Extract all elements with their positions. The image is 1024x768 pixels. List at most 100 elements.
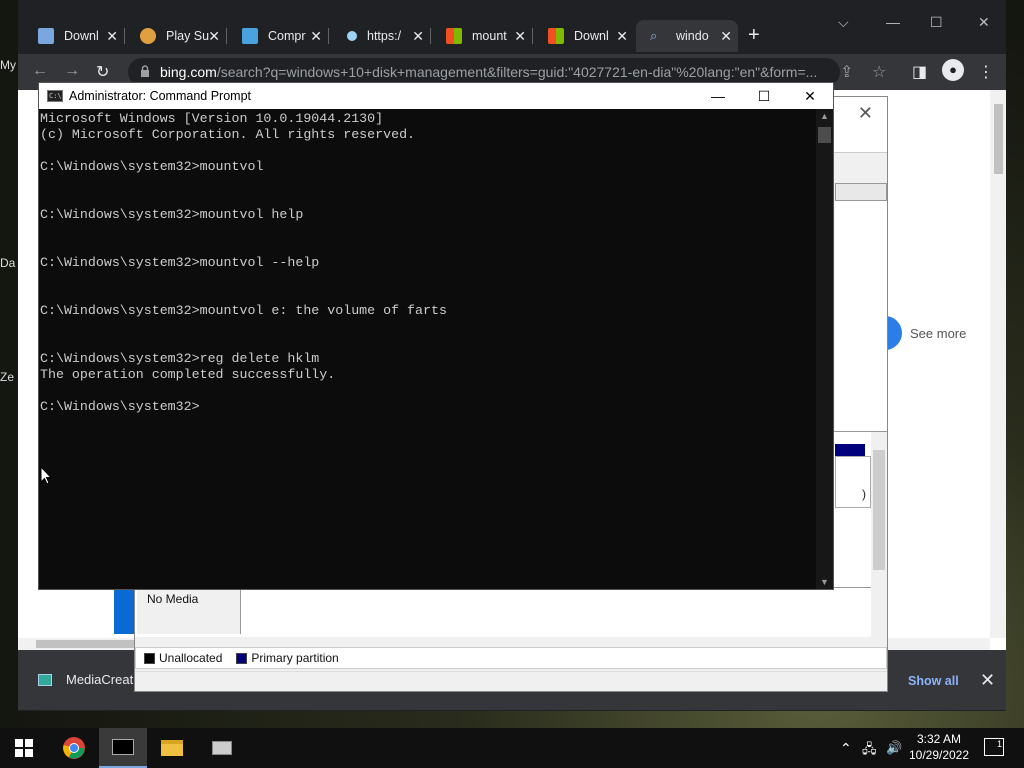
- scroll-up-icon[interactable]: ▲: [820, 111, 829, 121]
- maximize-icon[interactable]: ☐: [741, 85, 787, 107]
- status-bar: [135, 671, 887, 691]
- explorer-taskbar-button[interactable]: [148, 728, 196, 768]
- tab-downloads-2[interactable]: Downl ✕: [534, 20, 634, 52]
- start-button[interactable]: [0, 728, 48, 768]
- chrome-taskbar-button[interactable]: [50, 728, 98, 768]
- disk-pane-scrollbar[interactable]: [871, 432, 887, 638]
- tab-label: Downl: [574, 29, 609, 43]
- tab-search-chevron-icon[interactable]: ⌵: [838, 14, 849, 31]
- partition-block[interactable]: ): [835, 456, 871, 508]
- side-panel-icon[interactable]: ◨: [912, 62, 927, 82]
- cmd-title-bar[interactable]: C:\ Administrator: Command Prompt — ☐ ✕: [39, 83, 833, 109]
- mouse-cursor-icon: [40, 466, 52, 485]
- close-icon[interactable]: ✕: [720, 28, 732, 44]
- window-title: Administrator: Command Prompt: [69, 89, 252, 103]
- desktop-icon-label[interactable]: Ze: [0, 370, 18, 384]
- clock-time: 3:32 AM: [916, 732, 962, 746]
- console-line: (c) Microsoft Corporation. All rights re…: [40, 127, 416, 142]
- tab-label: Play Su: [166, 29, 210, 43]
- microsoft-icon: [446, 28, 462, 44]
- forward-arrow-icon[interactable]: →: [64, 62, 80, 80]
- close-window-icon[interactable]: ✕: [978, 14, 990, 31]
- profile-avatar-icon[interactable]: ●: [942, 59, 964, 81]
- menu-dots-icon[interactable]: ⋮: [978, 62, 994, 82]
- maximize-icon[interactable]: ☐: [930, 14, 943, 31]
- primary-partition-bar: [835, 444, 865, 456]
- console-output[interactable]: Microsoft Windows [Version 10.0.19044.21…: [39, 109, 817, 589]
- system-clock[interactable]: 3:32 AM 10/29/2022: [906, 731, 972, 763]
- tab-label: mount: [472, 29, 507, 43]
- console-line: Microsoft Windows [Version 10.0.19044.21…: [40, 111, 384, 126]
- desktop-icon-label[interactable]: Da: [0, 256, 18, 270]
- reload-icon[interactable]: ↻: [96, 62, 109, 82]
- console-line: C:\Windows\system32>mountvol help: [40, 207, 304, 222]
- new-tab-button[interactable]: +: [748, 24, 760, 47]
- url-path: /search?q=windows+10+disk+management&fil…: [216, 64, 818, 80]
- lock-icon: [141, 65, 149, 77]
- close-icon[interactable]: ✕: [208, 28, 220, 44]
- tab-label: https:/: [367, 29, 402, 43]
- bookmark-star-icon[interactable]: ☆: [872, 62, 886, 82]
- console-line: The operation completed successfully.: [40, 367, 336, 382]
- see-more-button[interactable]: ‹ See more: [868, 316, 967, 350]
- tab-label: Compr: [268, 29, 306, 43]
- see-more-label: See more: [910, 325, 967, 341]
- back-arrow-icon[interactable]: ←: [32, 62, 48, 80]
- tab-label: Downl: [64, 29, 99, 43]
- console-line: C:\Windows\system32>: [40, 399, 200, 414]
- share-icon[interactable]: ⇪: [840, 62, 853, 82]
- console-line: C:\Windows\system32>mountvol e: the volu…: [40, 303, 447, 318]
- download-item[interactable]: MediaCreati: [38, 672, 136, 687]
- tab-label: windo: [676, 29, 709, 43]
- close-icon[interactable]: ✕: [310, 28, 322, 44]
- disk-drive-icon: [212, 741, 232, 755]
- network-icon[interactable]: 🖧: [862, 740, 877, 762]
- tab-https[interactable]: https:/ ✕: [330, 20, 431, 52]
- volume-list-header[interactable]: [835, 183, 887, 201]
- no-media-label[interactable]: No Media: [137, 588, 241, 634]
- close-icon[interactable]: ✕: [616, 28, 628, 44]
- taskbar: ⌃ 🖧 🔊 3:32 AM 10/29/2022 1: [0, 728, 1024, 768]
- installer-icon: [38, 673, 52, 686]
- map-pin-icon: [242, 28, 258, 44]
- legend-swatch: [236, 652, 248, 664]
- command-prompt-window: C:\ Administrator: Command Prompt — ☐ ✕ …: [38, 82, 834, 590]
- disk-management-taskbar-button[interactable]: [198, 728, 246, 768]
- console-scrollbar[interactable]: ▲ ▼: [816, 109, 833, 589]
- close-downloads-bar-icon[interactable]: ✕: [980, 670, 995, 691]
- page-accent: [114, 588, 134, 634]
- console-line: C:\Windows\system32>mountvol --help: [40, 255, 320, 270]
- show-all-downloads-link[interactable]: Show all: [908, 674, 959, 688]
- tab-windows-search[interactable]: ⌕ windo ✕: [636, 20, 738, 52]
- tab-mountvol[interactable]: mount ✕: [432, 20, 533, 52]
- close-icon[interactable]: ✕: [858, 103, 873, 124]
- cmd-taskbar-button[interactable]: [99, 728, 147, 768]
- volume-list: [835, 201, 887, 431]
- minimize-icon[interactable]: —: [886, 14, 900, 30]
- tab-play-support[interactable]: Play Su ✕: [126, 20, 227, 52]
- scroll-down-icon[interactable]: ▼: [820, 577, 829, 587]
- console-line: C:\Windows\system32>mountvol: [40, 159, 264, 174]
- download-filename: MediaCreati: [66, 672, 137, 687]
- chevron-up-icon[interactable]: ⌃: [840, 740, 852, 757]
- notification-center-icon[interactable]: 1: [984, 738, 1004, 756]
- close-icon[interactable]: ✕: [106, 28, 118, 44]
- minimize-icon[interactable]: —: [695, 85, 741, 107]
- volume-icon[interactable]: 🔊: [886, 740, 902, 756]
- close-icon[interactable]: ✕: [514, 28, 526, 44]
- windows-logo-icon: [15, 739, 33, 757]
- tab-downloads-1[interactable]: Downl ✕: [24, 20, 125, 52]
- close-icon[interactable]: ✕: [412, 28, 424, 44]
- person-icon: [140, 28, 156, 44]
- close-icon[interactable]: ✕: [787, 85, 833, 107]
- tab-compress[interactable]: Compr ✕: [228, 20, 329, 52]
- page-vertical-scrollbar[interactable]: [990, 90, 1006, 638]
- desktop-icon-label[interactable]: My: [0, 58, 18, 72]
